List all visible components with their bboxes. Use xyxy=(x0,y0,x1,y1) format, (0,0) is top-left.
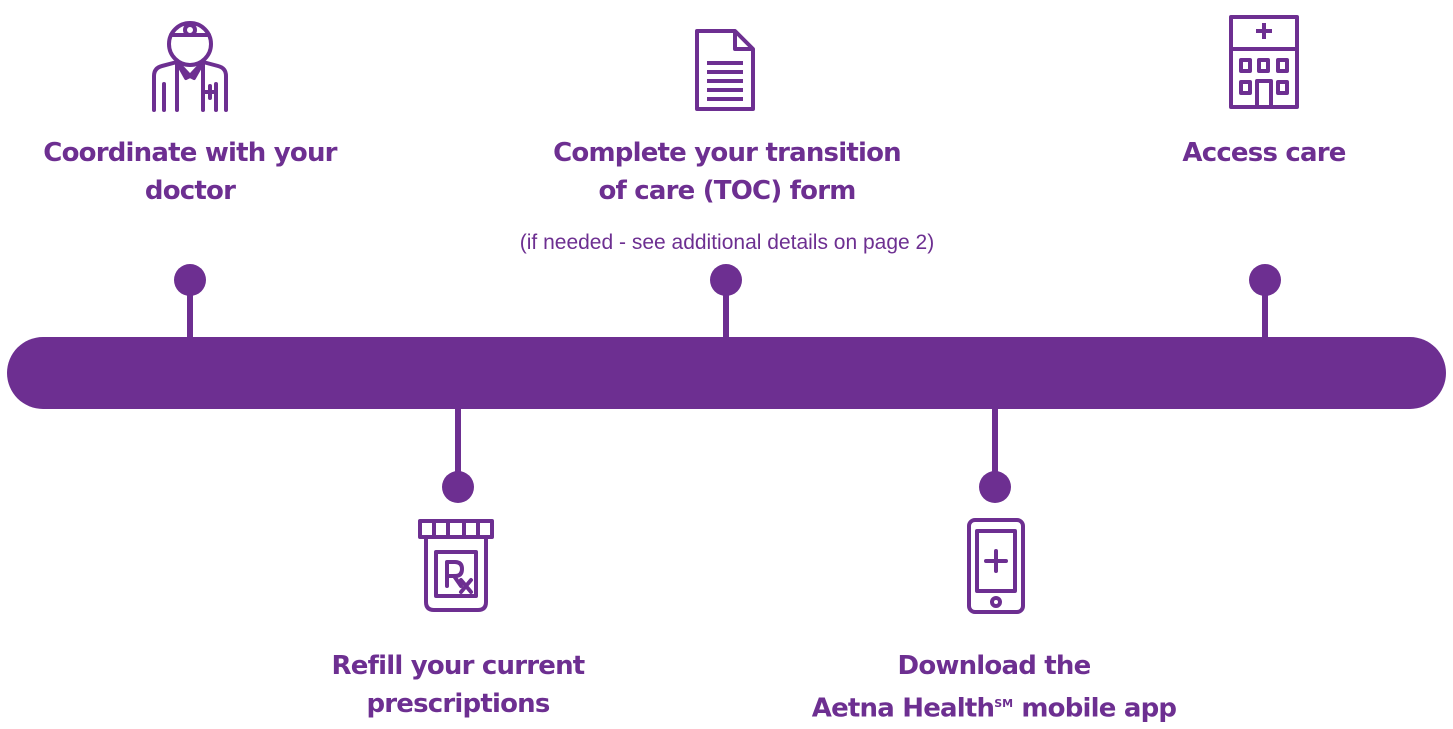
timeline-dot xyxy=(442,471,474,503)
step-label-line: Access care xyxy=(1182,138,1346,168)
toc-form-note: (if needed - see additional details on p… xyxy=(519,231,935,254)
step-label-line: doctor xyxy=(144,176,236,206)
document-icon xyxy=(695,29,755,111)
timeline-dot xyxy=(979,471,1011,503)
app-name-text: Aetna Health xyxy=(811,693,995,724)
hospital-icon xyxy=(1229,15,1299,109)
doctor-icon xyxy=(152,21,228,112)
step-access-care-label: Access care xyxy=(1120,134,1408,172)
service-mark: SM xyxy=(994,697,1014,710)
step-label-line: prescriptions xyxy=(366,689,550,719)
step-label-line: Complete your transition xyxy=(553,138,902,168)
step-coordinate-doctor-label: Coordinate with your doctor xyxy=(20,134,360,210)
step-label-line: Download the xyxy=(897,651,1092,681)
step-label-line: Refill your current xyxy=(331,651,586,681)
timeline-diagram: Coordinate with your doctor Complete you… xyxy=(0,0,1453,729)
step-download-app-label: Download the Aetna HealthSM mobile app xyxy=(780,647,1208,728)
step-refill-prescriptions-label: Refill your current prescriptions xyxy=(300,647,616,723)
timeline-dot xyxy=(1249,264,1281,296)
step-label-line: Aetna HealthSM mobile app xyxy=(780,685,1208,728)
prescription-bottle-icon xyxy=(418,519,494,612)
timeline-bar xyxy=(7,337,1446,409)
step-toc-form-label: Complete your transition of care (TOC) f… xyxy=(500,134,954,210)
mobile-phone-icon xyxy=(967,518,1025,614)
step-label-line: of care (TOC) form xyxy=(598,176,856,206)
timeline-dot xyxy=(710,264,742,296)
app-suffix-text: mobile app xyxy=(1013,693,1177,724)
step-label-line: Coordinate with your xyxy=(43,138,337,168)
timeline-dot xyxy=(174,264,206,296)
